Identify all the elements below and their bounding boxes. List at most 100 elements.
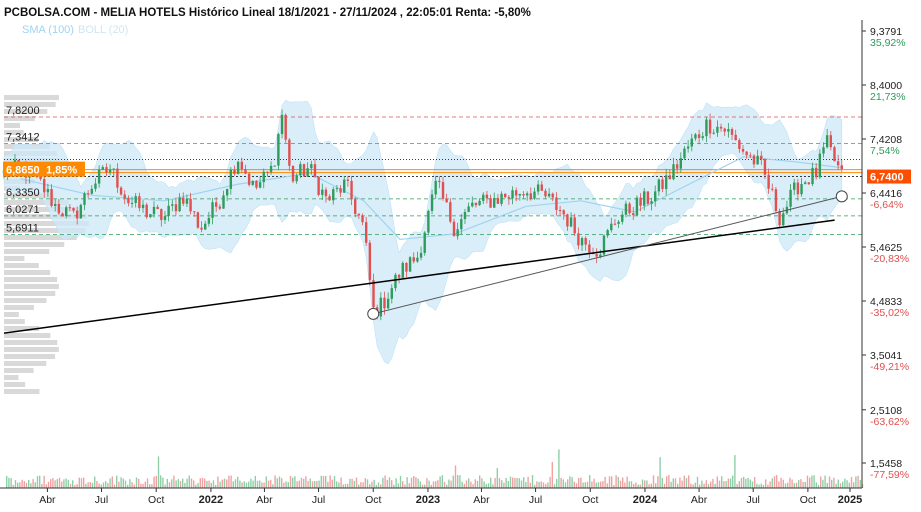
candle-body [178, 197, 181, 212]
volume-bar [604, 476, 606, 488]
volume-bar [635, 482, 637, 488]
candle-body [730, 129, 734, 135]
volume-bar [611, 476, 613, 488]
volume-bar [690, 483, 692, 488]
volume-bar [281, 478, 283, 488]
volume-bar [421, 484, 424, 488]
volume-bar [639, 484, 641, 488]
candle-body [72, 207, 75, 211]
candle-body [606, 230, 609, 236]
candle-body [536, 184, 540, 192]
candle-body [94, 183, 97, 189]
volume-bar [487, 483, 490, 488]
volume-bar [83, 477, 85, 488]
profile-bar [4, 361, 47, 366]
candle-body [558, 210, 562, 212]
volume-bar [659, 457, 661, 488]
volume-bar [626, 476, 628, 488]
candle-body [368, 242, 372, 281]
volume-bar [382, 477, 384, 488]
volume-bar [146, 478, 149, 488]
volume-bar [443, 482, 446, 488]
volume-bar [149, 484, 151, 488]
candle-body [507, 197, 511, 199]
volume-bar [648, 484, 650, 488]
profile-bar [4, 242, 65, 247]
volume-bar [806, 475, 809, 488]
volume-bar [859, 479, 861, 488]
volume-bar [688, 475, 690, 488]
volume-bar [316, 480, 318, 488]
volume-bar [52, 478, 54, 488]
volume-bar [619, 480, 622, 488]
volume-bar [107, 482, 109, 488]
volume-bar [536, 481, 538, 488]
candle-body [452, 221, 456, 237]
candle-body [807, 182, 811, 185]
volume-bar [558, 449, 560, 488]
volume-bar [780, 477, 782, 488]
candle-body [822, 147, 825, 154]
volume-bar [782, 479, 784, 488]
candle-body [569, 217, 573, 227]
profile-bar [4, 123, 20, 128]
volume-bar [751, 481, 754, 488]
candle-body [280, 114, 284, 135]
volume-bar [417, 478, 419, 488]
candle-body [273, 165, 276, 167]
level-label: 7,3412 [6, 131, 40, 143]
volume-bar [457, 475, 459, 488]
candle-body [361, 215, 364, 223]
volume-bar [250, 478, 252, 488]
volume-bar [122, 478, 124, 488]
volume-bar [498, 478, 501, 488]
volume-bar [503, 482, 505, 488]
volume-bar [562, 479, 564, 488]
volume-bar [333, 475, 336, 488]
volume-bar [142, 483, 144, 488]
volume-bar [710, 481, 712, 488]
volume-bar [298, 480, 300, 488]
candle-body [434, 180, 437, 195]
candle-body [335, 188, 339, 190]
candle-body [793, 182, 796, 190]
x-tick-label: Jul [95, 494, 108, 506]
volume-bar [111, 476, 113, 488]
volume-bar [30, 483, 32, 488]
x-tick-label: 2025 [838, 494, 862, 506]
volume-bar [320, 475, 322, 488]
volume-bar [223, 478, 226, 488]
candle-body [266, 171, 269, 173]
volume-bar [452, 475, 454, 488]
candle-body [701, 136, 704, 138]
volume-bar [527, 476, 529, 488]
candle-body [390, 288, 393, 299]
candle-body [778, 210, 781, 226]
volume-bar [474, 479, 476, 488]
volume-bar [210, 482, 212, 488]
volume-bar [217, 476, 219, 488]
x-tick-label: Jul [529, 494, 542, 506]
volume-bar [507, 481, 509, 488]
candle-body [156, 206, 159, 210]
volume-bar [718, 480, 721, 488]
candle-body [482, 194, 485, 201]
volume-bar [155, 476, 157, 488]
volume-bar [758, 484, 760, 488]
volume-bar [525, 482, 527, 488]
volume-bar [133, 484, 135, 488]
candle-body [386, 298, 390, 309]
volume-bar [679, 477, 681, 488]
volume-bar [124, 480, 127, 488]
candle-body [654, 191, 657, 202]
volume-bar [701, 480, 703, 488]
profile-bar [4, 382, 26, 387]
volume-bar [628, 481, 630, 488]
volume-bar [542, 482, 545, 488]
candle-body [105, 167, 108, 173]
volume-bar [265, 476, 267, 488]
volume-bar [327, 481, 329, 488]
candle-body [196, 212, 200, 228]
volume-bar [360, 482, 362, 488]
volume-bar [787, 482, 789, 488]
